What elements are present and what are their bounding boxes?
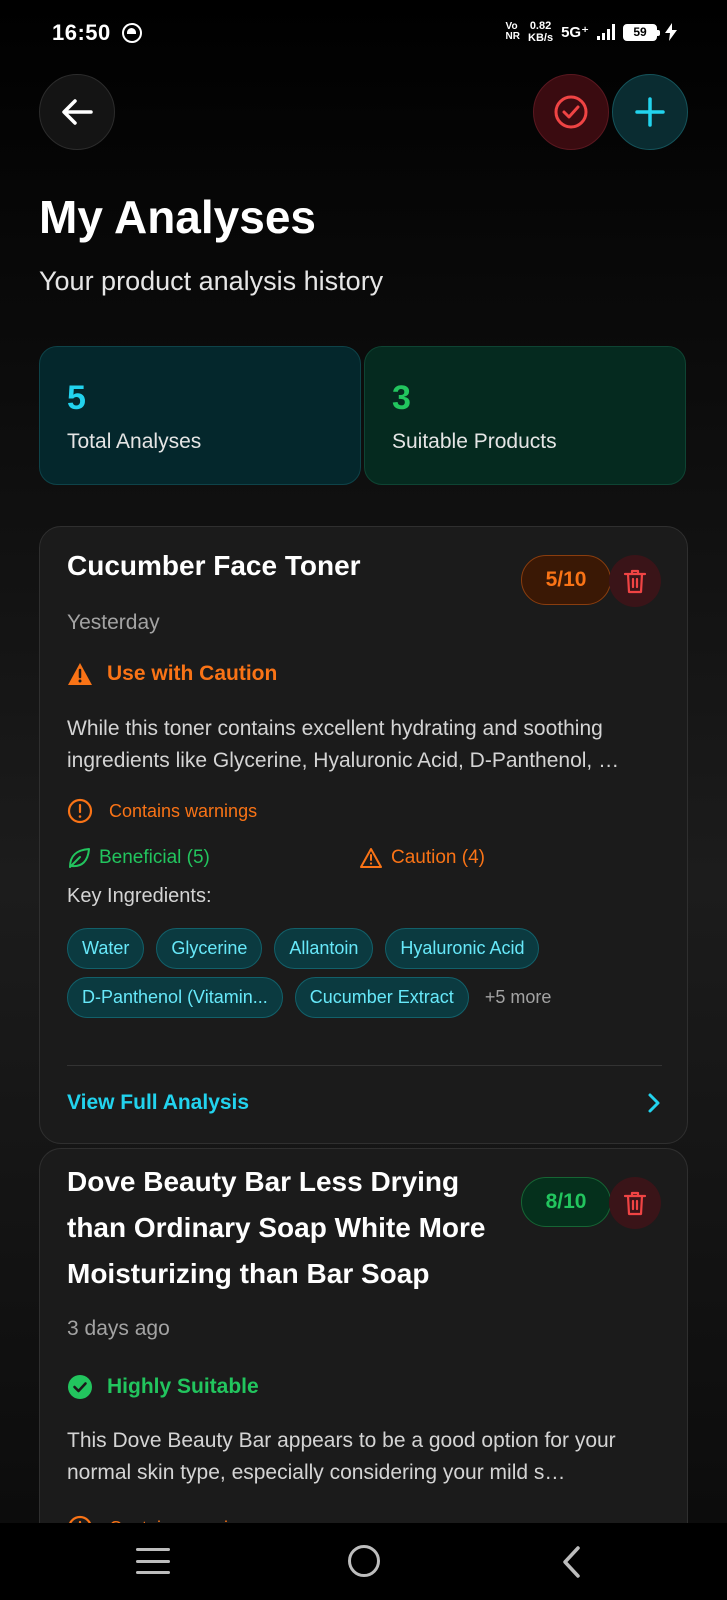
beneficial-count: Beneficial (5) <box>67 847 210 869</box>
alert-circle-icon <box>67 798 93 824</box>
ingredient-chips: Water Glycerine Allantoin Hyaluronic Aci… <box>67 928 667 1018</box>
page-subtitle: Your product analysis history <box>39 266 384 296</box>
product-title: Dove Beauty Bar Less Drying than Ordinar… <box>67 1166 486 1289</box>
analysis-date: 3 days ago <box>67 1317 170 1340</box>
score-badge: 5/10 <box>521 555 611 605</box>
status-bar: 16:50 Vo NR 0.82 KB/s 5G⁺ 59 <box>0 0 727 66</box>
verdict-row: Highly Suitable <box>67 1374 259 1400</box>
analysis-summary: This Dove Beauty Bar appears to be a goo… <box>67 1429 616 1484</box>
total-analyses-value: 5 <box>67 379 86 417</box>
warnings-label: Contains warnings <box>109 800 258 821</box>
beneficial-label: Beneficial (5) <box>99 847 210 868</box>
analysis-card[interactable]: Dove Beauty Bar Less Drying than Ordinar… <box>39 1148 688 1548</box>
card-divider <box>67 1065 662 1066</box>
total-analyses-card: 5 Total Analyses <box>39 346 361 485</box>
notification-icon <box>122 23 142 43</box>
total-analyses-label: Total Analyses <box>67 430 202 453</box>
add-analysis-button[interactable] <box>612 74 688 150</box>
battery-icon: 59 <box>623 23 660 41</box>
verdict-row: Use with Caution <box>67 662 277 686</box>
network-type: 5G⁺ <box>561 24 589 41</box>
analysis-summary: While this toner contains excellent hydr… <box>67 717 620 772</box>
back-button[interactable] <box>39 74 115 150</box>
plus-icon <box>635 97 665 127</box>
nav-back-button[interactable] <box>560 1545 582 1579</box>
vonr-indicator: Vo NR <box>506 22 520 42</box>
suitable-products-label: Suitable Products <box>392 430 557 453</box>
arrow-left-icon <box>62 99 93 125</box>
network-speed: 0.82 KB/s <box>528 20 553 44</box>
analysis-date: Yesterday <box>67 611 160 634</box>
network-speed-unit: KB/s <box>528 32 554 44</box>
ingredient-chip[interactable]: D-Panthenol (Vitamin... <box>67 977 283 1018</box>
page-title: My Analyses <box>39 191 316 243</box>
caution-label: Caution (4) <box>391 847 485 868</box>
score-badge: 8/10 <box>521 1177 611 1227</box>
check-circle-icon <box>554 95 588 129</box>
trash-icon <box>623 1191 647 1216</box>
suitable-products-card: 3 Suitable Products <box>364 346 686 485</box>
check-circle-filled-icon <box>68 1375 92 1399</box>
ingredient-chip[interactable]: Glycerine <box>156 928 263 969</box>
view-full-analysis-label: View Full Analysis <box>67 1091 250 1114</box>
caution-count: Caution (4) <box>359 847 485 869</box>
home-button[interactable] <box>348 1545 380 1577</box>
trash-icon <box>623 569 647 594</box>
suitable-products-value: 3 <box>392 379 411 417</box>
ingredient-chip[interactable]: Cucumber Extract <box>294 977 469 1018</box>
select-button[interactable] <box>533 74 609 150</box>
battery-level: 59 <box>633 25 647 39</box>
key-ingredients-label: Key Ingredients: <box>67 885 212 907</box>
warning-triangle-icon <box>68 663 92 685</box>
delete-button[interactable] <box>609 555 661 607</box>
leaf-icon <box>69 848 90 868</box>
signal-icon <box>597 24 615 40</box>
verdict-label: Highly Suitable <box>107 1375 259 1398</box>
ingredient-chip[interactable]: Hyaluronic Acid <box>385 928 540 969</box>
vonr-bottom: NR <box>505 31 520 42</box>
status-time: 16:50 <box>52 20 111 45</box>
delete-button[interactable] <box>609 1177 661 1229</box>
ingredient-chip[interactable]: Water <box>67 928 145 969</box>
status-indicators: Vo NR 0.82 KB/s 5G⁺ 59 <box>506 20 677 44</box>
warnings-row: Contains warnings <box>67 798 257 824</box>
recent-apps-button[interactable] <box>136 1548 170 1574</box>
chevron-right-icon <box>648 1093 660 1113</box>
ingredient-chip[interactable]: Allantoin <box>274 928 374 969</box>
product-title: Cucumber Face Toner <box>67 550 361 581</box>
view-full-analysis-link[interactable]: View Full Analysis <box>67 1080 662 1126</box>
verdict-label: Use with Caution <box>107 662 278 685</box>
system-nav-bar <box>0 1523 727 1600</box>
analysis-card[interactable]: Cucumber Face Toner 5/10 Yesterday Use w… <box>39 526 688 1144</box>
caution-triangle-icon <box>360 848 382 868</box>
network-speed-value: 0.82 <box>529 20 552 32</box>
charging-icon <box>665 23 677 41</box>
more-ingredients: +5 more <box>484 987 552 1007</box>
